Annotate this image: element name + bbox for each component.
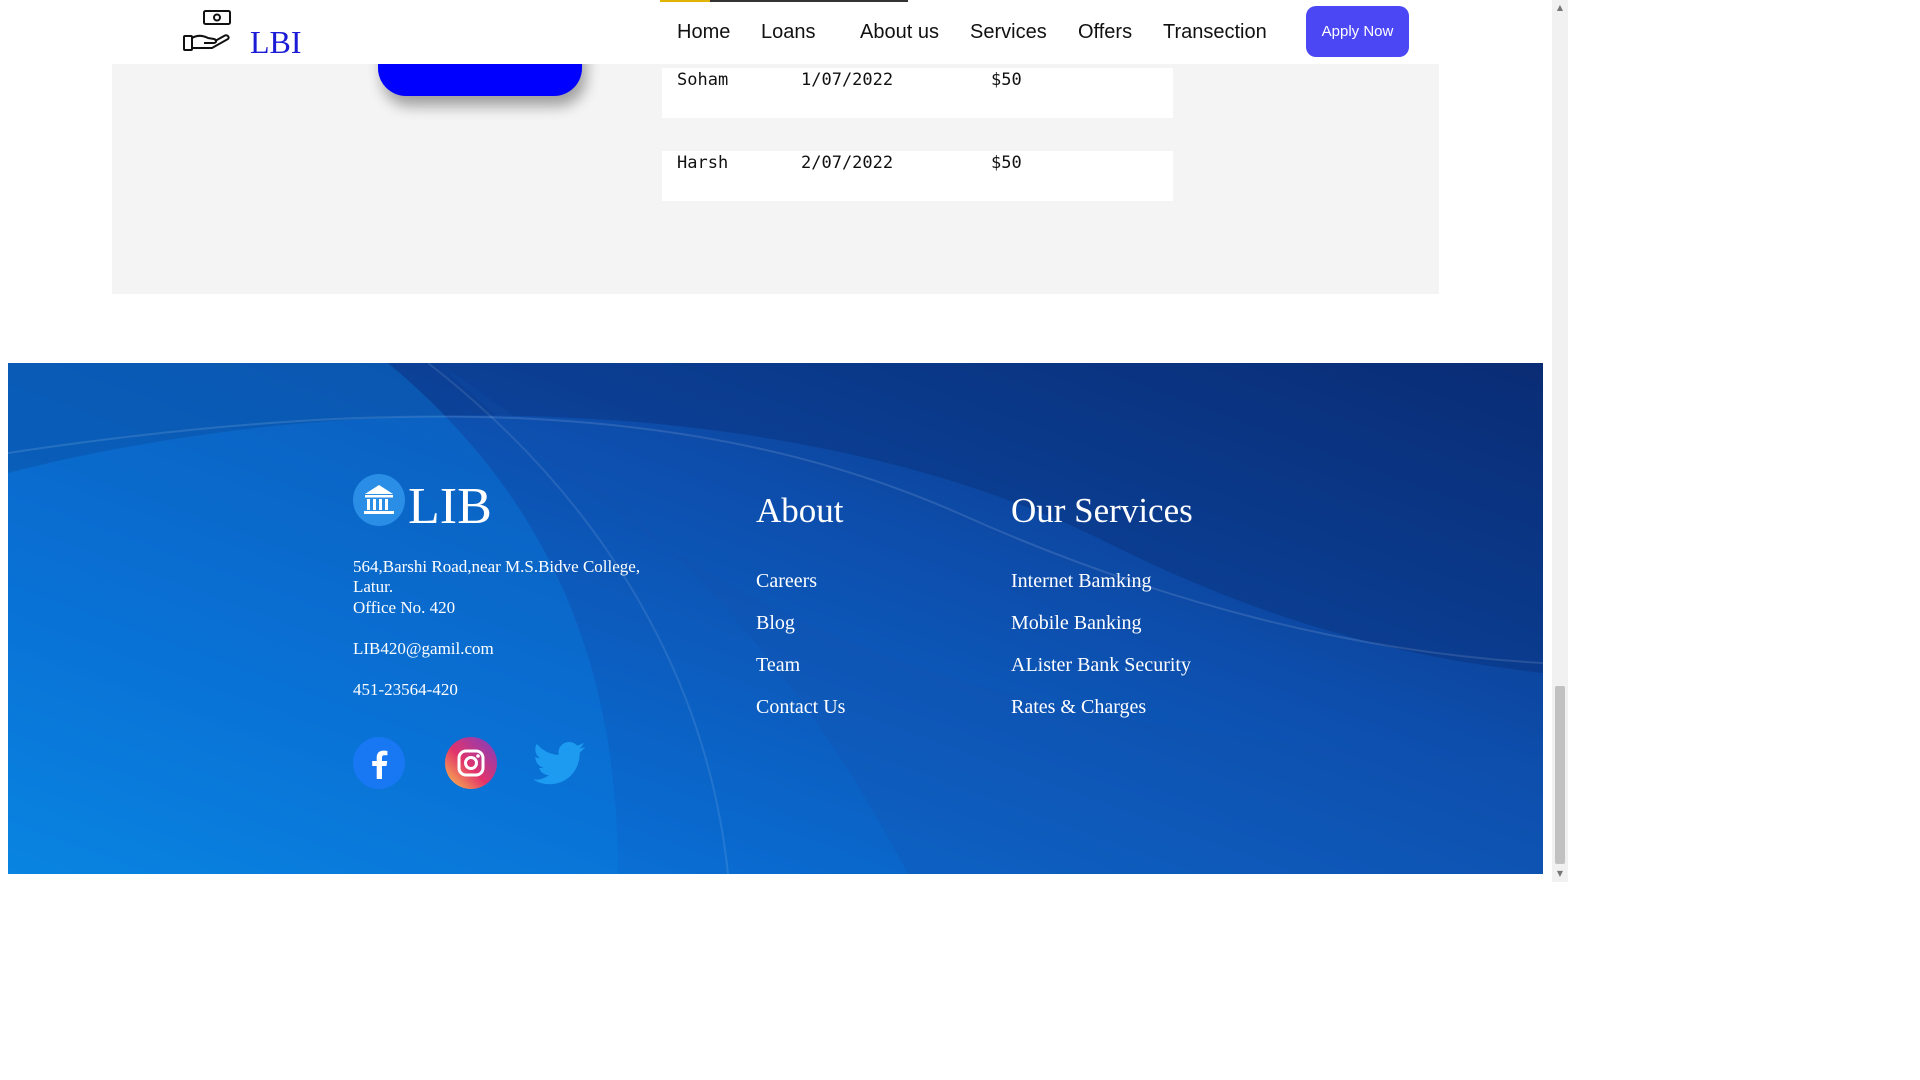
tx-name: Soham — [677, 70, 729, 90]
footer-link-mobile-banking[interactable]: Mobile Banking — [1011, 611, 1142, 635]
site-footer: LIB 564,Barshi Road,near M.S.Bidve Colle… — [8, 363, 1543, 874]
nav-offers[interactable]: Offers — [1078, 18, 1132, 46]
footer-link-internet-banking[interactable]: Internet Bamking — [1011, 569, 1152, 593]
tx-amount: $50 — [991, 70, 1022, 90]
site-header: LBI Home Loans About us Services Offers … — [0, 0, 1552, 64]
apply-now-button[interactable]: Apply Now — [1306, 6, 1409, 57]
nav-indicator — [660, 0, 908, 2]
footer-link-bank-security[interactable]: ALister Bank Security — [1011, 653, 1191, 677]
instagram-icon[interactable] — [445, 737, 497, 789]
nav-home[interactable]: Home — [677, 18, 730, 46]
footer-link-careers[interactable]: Careers — [756, 569, 817, 593]
scroll-up-arrow-icon[interactable]: ▲ — [1552, 0, 1568, 16]
tx-date: 2/07/2022 — [801, 153, 894, 173]
nav-about-us[interactable]: About us — [860, 18, 939, 46]
footer-link-contact-us[interactable]: Contact Us — [756, 695, 845, 719]
nav-loans[interactable]: Loans — [761, 18, 816, 46]
services-heading: Our Services — [1011, 491, 1193, 530]
address-line-1: 564,Barshi Road,near M.S.Bidve College, — [353, 557, 641, 576]
footer-link-blog[interactable]: Blog — [756, 611, 795, 635]
vertical-scrollbar[interactable]: ▲ ▼ — [1552, 0, 1568, 882]
scrollbar-thumb[interactable] — [1555, 686, 1565, 864]
logo-text[interactable]: LBI — [250, 22, 302, 62]
about-heading: About — [756, 491, 844, 530]
phone-text: 451-23564-420 — [353, 680, 458, 699]
facebook-icon[interactable] — [353, 737, 405, 789]
footer-brand: LIB — [408, 478, 492, 535]
twitter-icon[interactable] — [533, 737, 586, 789]
footer-link-rates-charges[interactable]: Rates & Charges — [1011, 695, 1146, 719]
table-row: Soham 1/07/2022 $50 — [662, 68, 1173, 118]
address-line-2: Latur. — [353, 577, 394, 596]
table-row: Harsh 2/07/2022 $50 — [662, 151, 1173, 201]
money-hand-icon[interactable] — [182, 6, 234, 54]
scroll-down-arrow-icon[interactable]: ▼ — [1552, 866, 1568, 882]
nav-services[interactable]: Services — [970, 18, 1047, 46]
nav-transection[interactable]: Transection — [1163, 18, 1267, 46]
email-text: LIB420@gamil.com — [353, 639, 494, 658]
tx-name: Harsh — [677, 153, 729, 173]
bank-icon — [353, 474, 405, 526]
tx-amount: $50 — [991, 153, 1022, 173]
footer-link-team[interactable]: Team — [756, 653, 800, 677]
office-number: Office No. 420 — [353, 598, 456, 617]
tx-date: 1/07/2022 — [801, 70, 894, 90]
